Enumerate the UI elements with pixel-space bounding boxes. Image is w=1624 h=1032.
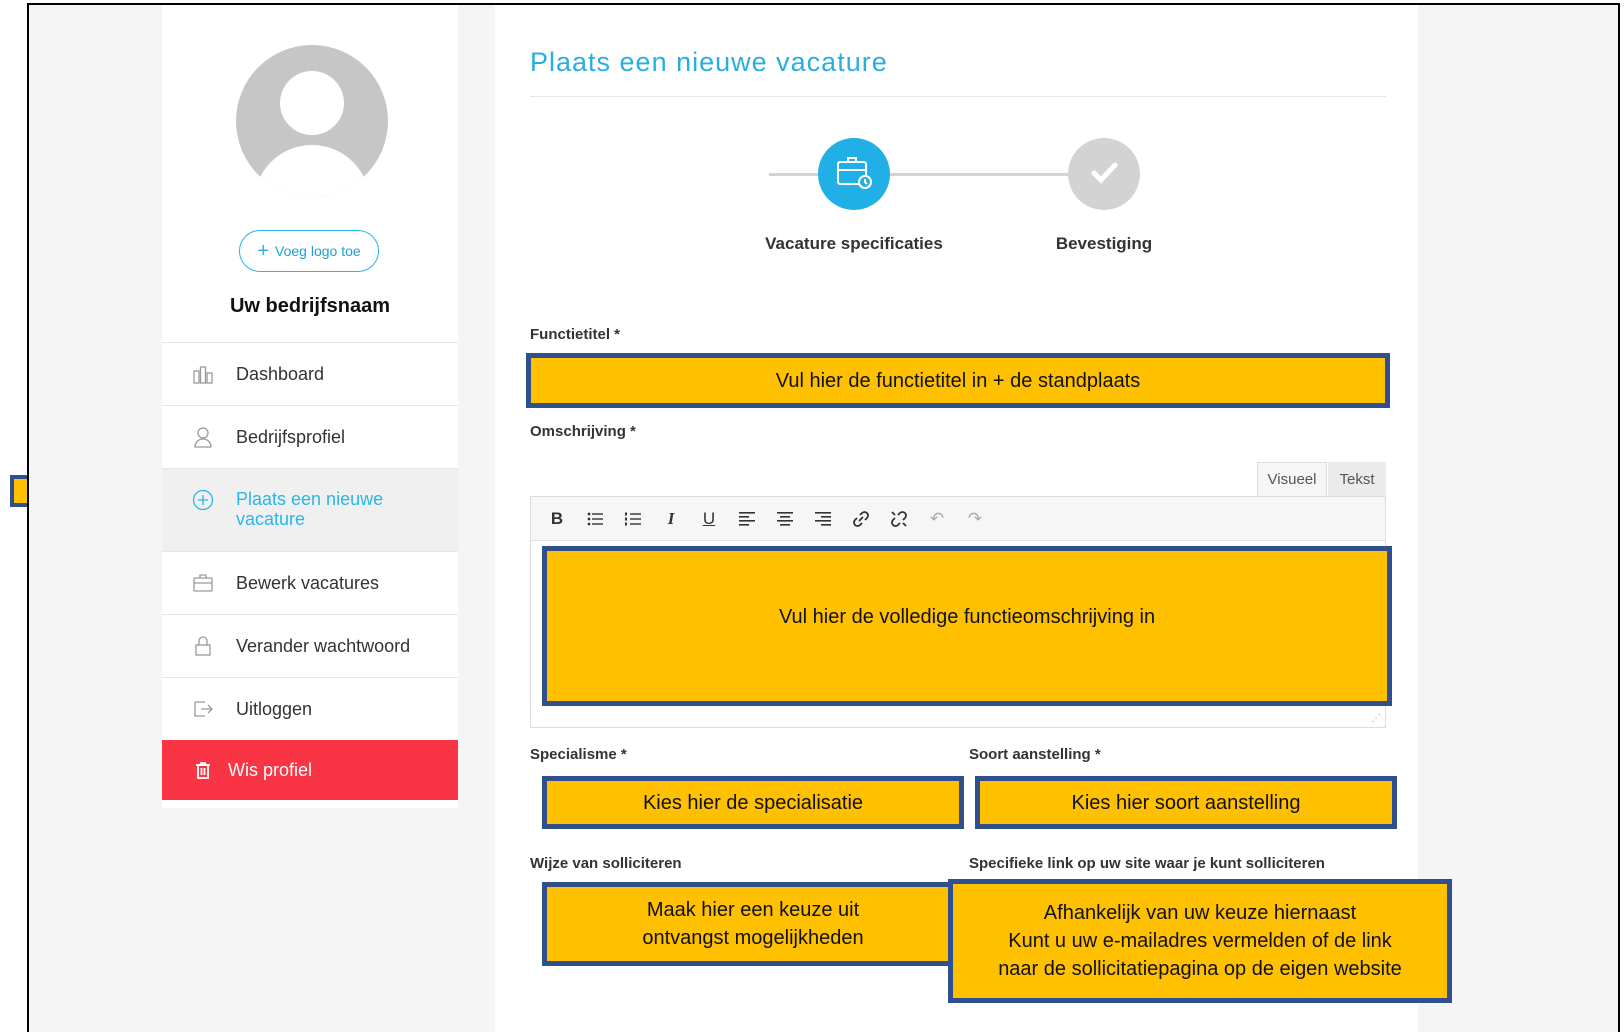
trash-icon <box>192 759 214 781</box>
sidebar-item-verander-wachtwoord[interactable]: Verander wachtwoord <box>162 614 458 677</box>
user-icon <box>192 426 214 448</box>
plus-circle-icon <box>192 489 214 511</box>
align-center-icon[interactable] <box>773 507 797 531</box>
wijze-select[interactable]: Maak hier een keuze uit ontvangst mogeli… <box>542 882 964 966</box>
page-title: Plaats een nieuwe vacature <box>530 47 888 77</box>
dashboard-icon <box>192 363 214 385</box>
checkmark-icon <box>1084 152 1124 197</box>
briefcase-clock-icon <box>834 152 874 197</box>
sidebar-item-uitloggen[interactable]: Uitloggen <box>162 677 458 740</box>
step-connector <box>769 173 1069 176</box>
lock-icon <box>192 635 214 657</box>
main-panel: Plaats een nieuwe vacature Vacature spec… <box>495 5 1418 1032</box>
specialisme-label: Specialisme * <box>530 746 627 763</box>
align-right-icon[interactable] <box>811 507 835 531</box>
step-1-circle <box>818 138 890 210</box>
plus-icon: + <box>257 240 270 262</box>
soort-aanstelling-select[interactable]: Kies hier soort aanstelling <box>975 776 1397 829</box>
wijze-label: Wijze van solliciteren <box>530 855 682 872</box>
sidebar-item-plaats-vacature[interactable]: Plaats een nieuwe vacature <box>162 468 458 551</box>
step-1-label: Vacature specificaties <box>765 234 943 253</box>
description-input[interactable]: Vul hier de volledige functieomschrijvin… <box>542 546 1392 706</box>
undo-icon[interactable]: ↶ <box>925 507 949 531</box>
step-2-circle <box>1068 138 1140 210</box>
sidebar-item-dashboard[interactable]: Dashboard <box>162 342 458 405</box>
specifieke-link-input[interactable]: Afhankelijk van uw keuze hiernaast Kunt … <box>948 879 1452 1003</box>
omschrijving-label: Omschrijving * <box>530 423 636 440</box>
bold-icon[interactable]: B <box>545 507 569 531</box>
avatar <box>236 45 388 197</box>
step-2-label: Bevestiging <box>1055 234 1153 253</box>
specialisme-select[interactable]: Kies hier de specialisatie <box>542 776 964 829</box>
redo-icon[interactable]: ↷ <box>963 507 987 531</box>
italic-icon[interactable]: I <box>659 507 683 531</box>
add-logo-label: Voeg logo toe <box>275 243 361 259</box>
logout-icon <box>192 698 214 720</box>
editor-toolbar: B I U ↶ ↷ <box>531 497 1385 541</box>
sidebar: + Voeg logo toe Uw bedrijfsnaam Dashboar… <box>162 5 458 808</box>
tab-tekst[interactable]: Tekst <box>1328 462 1386 496</box>
underline-icon[interactable]: U <box>697 507 721 531</box>
delete-profile-button[interactable]: Wis profiel <box>162 740 458 800</box>
sidebar-item-bewerk-vacatures[interactable]: Bewerk vacatures <box>162 551 458 614</box>
sidebar-menu: Dashboard Bedrijfsprofiel Plaats een nie… <box>162 342 458 800</box>
tab-visueel[interactable]: Visueel <box>1257 462 1327 496</box>
functietitel-input[interactable]: Vul hier de functietitel in + de standpl… <box>526 353 1390 408</box>
company-name: Uw bedrijfsnaam <box>229 295 391 317</box>
title-divider <box>530 96 1386 97</box>
briefcase-icon <box>192 572 214 594</box>
numbered-list-icon[interactable] <box>621 507 645 531</box>
add-logo-button[interactable]: + Voeg logo toe <box>239 230 379 272</box>
screenshot-frame: + Voeg logo toe Uw bedrijfsnaam Dashboar… <box>27 3 1620 1032</box>
specifieke-link-label: Specifieke link op uw site waar je kunt … <box>969 855 1325 872</box>
soort-aanstelling-label: Soort aanstelling * <box>969 746 1101 763</box>
link-icon[interactable] <box>849 507 873 531</box>
resize-handle-icon[interactable]: ⋰ <box>1371 713 1381 724</box>
bullet-list-icon[interactable] <box>583 507 607 531</box>
align-left-icon[interactable] <box>735 507 759 531</box>
sidebar-item-bedrijfsprofiel[interactable]: Bedrijfsprofiel <box>162 405 458 468</box>
functietitel-label: Functietitel * <box>530 326 621 343</box>
unlink-icon[interactable] <box>887 507 911 531</box>
